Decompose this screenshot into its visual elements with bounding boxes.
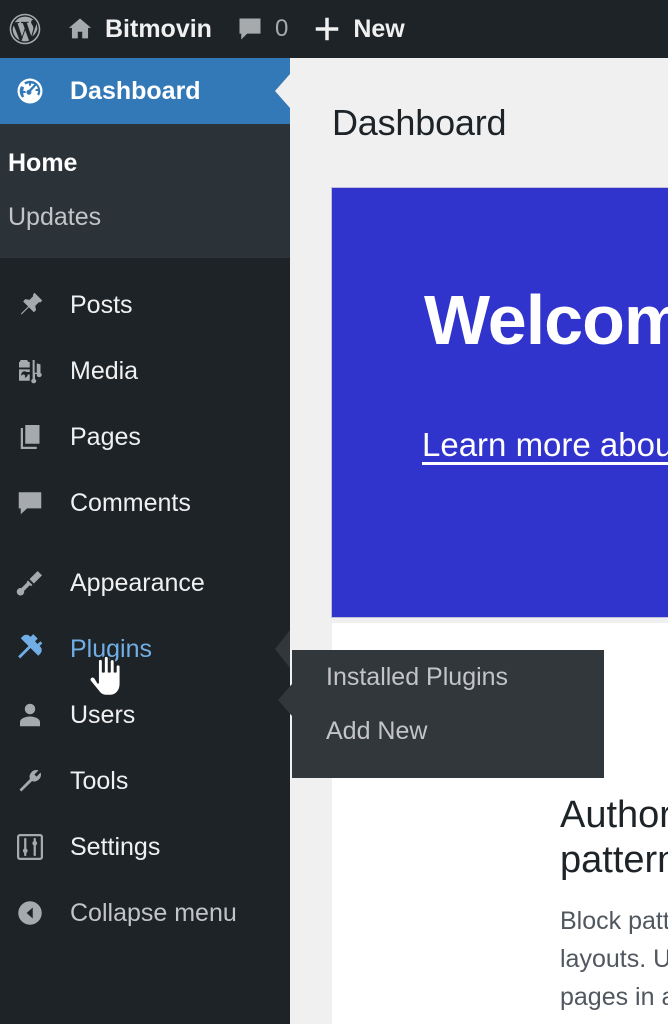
admin-sidebar-menu: Dashboard Home Updates Posts Media Pages… [0,58,290,1024]
flyout-item-installed-plugins-label: Installed Plugins [326,662,509,691]
plugin-plug-icon [8,634,52,664]
collapse-arrow-left-icon [8,898,52,928]
sidebar-item-posts[interactable]: Posts [0,272,290,338]
plugins-flyout-submenu: Installed Plugins Add New [278,650,604,778]
sidebar-item-media[interactable]: Media [0,338,290,404]
sidebar-item-settings[interactable]: Settings [0,814,290,880]
admin-bar-site-name-label: Bitmovin [105,14,212,43]
sidebar-separator [0,536,290,550]
sidebar-separator [0,258,290,272]
media-camera-icon [8,356,52,386]
admin-bar-site-name[interactable]: Bitmovin [54,0,224,58]
comment-bubble-icon [8,488,52,518]
pages-icon [8,422,52,452]
sidebar-item-pages-label: Pages [70,422,141,451]
welcome-banner-title: Welcome to WordPress! [424,281,668,359]
sidebar-collapse-menu-label: Collapse menu [70,898,237,927]
sidebar-item-pages[interactable]: Pages [0,404,290,470]
pushpin-icon [8,290,52,320]
current-menu-arrow-icon [275,74,290,108]
welcome-banner: Welcome to WordPress! Learn more about t… [332,188,668,617]
sidebar-subitem-updates-label: Updates [8,202,102,231]
flyout-arrow-icon [278,684,292,716]
wrench-icon [8,766,52,796]
sidebar-item-comments-label: Comments [70,488,191,517]
dashboard-content-area: Dashboard Welcome to WordPress! Learn mo… [290,58,668,1024]
sliders-icon [8,832,52,862]
sidebar-subitem-home-label: Home [8,148,78,177]
sidebar-subitem-updates[interactable]: Updates [0,190,290,244]
admin-bar-wp-logo[interactable] [0,0,54,58]
flyout-item-add-new-label: Add New [326,716,428,745]
comment-bubble-icon [236,15,264,43]
page-title: Dashboard [332,102,507,143]
admin-bar-comments[interactable]: 0 [224,0,300,58]
sidebar-item-media-label: Media [70,356,139,385]
welcome-banner-learn-more-link[interactable]: Learn more about the 5.9 version [422,426,668,464]
sidebar-item-users[interactable]: Users [0,682,290,748]
dashboard-gauge-icon [8,76,52,106]
pattern-promo-title: Author rich, beautiful patterns [560,793,668,883]
sidebar-item-posts-label: Posts [70,290,133,319]
user-icon [8,700,52,730]
flyout-item-installed-plugins[interactable]: Installed Plugins [292,650,604,704]
sidebar-item-appearance[interactable]: Appearance [0,550,290,616]
pointing-hand-cursor [86,655,122,704]
sidebar-item-tools-label: Tools [70,766,129,795]
pattern-promo-title-line2: patterns [560,838,668,881]
sidebar-item-tools[interactable]: Tools [0,748,290,814]
admin-bar: Bitmovin 0 New [0,0,668,58]
sidebar-item-comments[interactable]: Comments [0,470,290,536]
admin-bar-new-content[interactable]: New [300,0,416,58]
hover-menu-arrow-icon [275,630,290,668]
sidebar-item-appearance-label: Appearance [70,568,205,597]
sidebar-item-settings-label: Settings [70,832,161,861]
pattern-promo-body-line1: Block patterns are pre-configured block [560,907,668,935]
flyout-item-add-new[interactable]: Add New [292,704,604,758]
paintbrush-icon [8,568,52,598]
sidebar-item-users-label: Users [70,700,136,729]
sidebar-subitem-home[interactable]: Home [0,136,290,190]
pattern-promo-body: Block patterns are pre-configured block … [560,902,668,1016]
home-icon [66,15,94,43]
pattern-promo-title-line1: Author rich, beautiful [560,794,668,836]
sidebar-submenu-dashboard: Home Updates [0,124,290,258]
sidebar-item-dashboard-label: Dashboard [70,76,201,105]
sidebar-collapse-menu[interactable]: Collapse menu [0,880,290,946]
admin-bar-comments-count: 0 [274,15,289,42]
admin-bar-new-label: New [353,14,405,43]
sidebar-item-dashboard[interactable]: Dashboard [0,58,290,124]
plus-icon [312,14,342,44]
wordpress-logo-icon [8,12,42,46]
sidebar-item-plugins[interactable]: Plugins [0,616,290,682]
wordpress-admin-screen: Bitmovin 0 New Dashboard Home Updates Po… [0,0,668,1024]
pattern-promo-body-line2: layouts. Use them to get inspired or cre… [560,945,668,973]
pattern-promo-body-line3: pages in a flash. [560,983,668,1011]
